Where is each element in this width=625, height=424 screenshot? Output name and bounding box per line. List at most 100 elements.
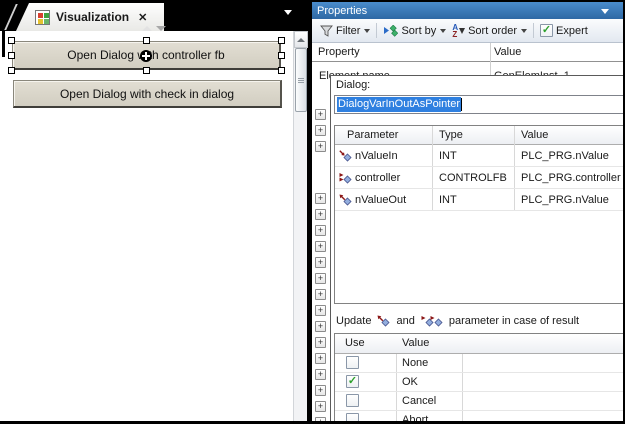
close-icon[interactable]: ✕ (138, 11, 147, 24)
dialog-label: Dialog: (336, 79, 370, 91)
expander-plus-icon[interactable]: + (315, 209, 326, 220)
expander-plus-icon[interactable]: + (315, 289, 326, 300)
checkbox-icon[interactable]: ✓ (346, 375, 359, 388)
scrollbar-thumb[interactable] (295, 48, 307, 112)
checkbox-icon[interactable] (346, 356, 359, 369)
edge-tick (2, 31, 5, 57)
codesys-screenshot: Visualization ✕ Open Dialog with control… (0, 0, 625, 424)
param-inout-icon (339, 172, 352, 185)
result-row-ok[interactable]: ✓ OK (335, 373, 623, 392)
expert-label: Expert (556, 25, 588, 37)
result-row-cancel[interactable]: Cancel (335, 392, 623, 411)
button-label: Open Dialog with check in dialog (60, 87, 234, 101)
result-label: Cancel (402, 395, 436, 407)
expander-plus-icon[interactable]: + (315, 337, 326, 348)
panel-menu-dropdown-icon[interactable] (601, 9, 609, 14)
selection-handle[interactable] (278, 52, 285, 59)
selection-handle[interactable] (278, 67, 285, 74)
selection-handle[interactable] (278, 37, 285, 44)
selected-text: DialogVarInOutAsPointer (337, 97, 461, 112)
update-parameter-hint: Update and parameter in case of result (336, 313, 579, 329)
expander-plus-icon[interactable]: + (315, 353, 326, 364)
sort-by-icon (383, 25, 398, 37)
param-value: PLC_PRG.controller (521, 172, 621, 184)
param-out-icon (377, 315, 390, 328)
toolbar-separator (533, 23, 534, 38)
properties-title: Properties (317, 5, 367, 17)
expander-plus-icon[interactable]: + (315, 385, 326, 396)
value-header: Value (521, 129, 548, 141)
selection-handle[interactable] (8, 52, 15, 59)
expander-plus-icon[interactable]: + (315, 401, 326, 412)
text-caret (461, 98, 462, 111)
checkbox-icon[interactable] (346, 413, 359, 421)
sort-by-button[interactable]: Sort by (380, 23, 449, 39)
chevron-down-icon (364, 29, 370, 33)
param-name: nValueOut (355, 194, 406, 206)
expander-plus-icon[interactable]: + (315, 305, 326, 316)
visualization-icon (35, 10, 50, 25)
expander-plus-icon[interactable]: + (315, 273, 326, 284)
param-in-icon (339, 150, 352, 163)
result-table: Use Value None ✓ OK Cancel Abort (334, 333, 623, 421)
chevron-down-icon (521, 29, 527, 33)
filter-button[interactable]: Filter (317, 23, 373, 39)
properties-toolbar: Filter Sort by AZ Sort order (312, 19, 623, 43)
checkbox-icon[interactable] (346, 394, 359, 407)
expander-plus-icon[interactable]: + (315, 257, 326, 268)
expander-plus-icon[interactable]: + (315, 417, 326, 421)
parameter-table-header: Parameter Type Value (335, 126, 623, 145)
expander-plus-icon[interactable]: + (315, 125, 326, 136)
open-dialog-check-button[interactable]: Open Dialog with check in dialog (13, 80, 282, 108)
expander-plus-icon[interactable]: + (315, 109, 326, 120)
selection-handle[interactable] (143, 67, 150, 74)
expander-plus-icon[interactable]: + (315, 193, 326, 204)
param-type: INT (439, 150, 457, 162)
checkbox-icon[interactable]: ✓ (540, 24, 553, 37)
expander-plus-icon[interactable]: + (315, 321, 326, 332)
expander-plus-icon[interactable]: + (315, 369, 326, 380)
element-center-anchor-icon[interactable] (140, 50, 152, 62)
property-grid-header: Property Value (312, 43, 623, 62)
filter-funnel-icon (320, 25, 333, 37)
property-tree-expander-strip: + + + + + + + + + + + + + + + + + + (312, 62, 330, 421)
result-label: Abort (402, 414, 428, 421)
result-table-header: Use Value (335, 334, 623, 354)
scroll-up-button[interactable] (294, 31, 308, 48)
param-name: nValueIn (355, 150, 398, 162)
value-column-header[interactable]: Value (494, 46, 521, 58)
visualization-editor-panel: Visualization ✕ Open Dialog with control… (0, 0, 308, 424)
result-row-abort[interactable]: Abort (335, 411, 623, 421)
visualization-canvas[interactable]: Open Dialog with controller fb Open Dial… (0, 31, 293, 421)
result-label: None (402, 357, 428, 369)
result-row-none[interactable]: None (335, 354, 623, 373)
parameter-row[interactable]: controller CONTROLFB PLC_PRG.controller (335, 167, 623, 189)
canvas-vertical-scrollbar[interactable] (293, 31, 307, 421)
value-header: Value (402, 337, 429, 349)
tab-overflow-dropdown-icon[interactable] (284, 10, 292, 15)
selection-handle[interactable] (143, 37, 150, 44)
expander-plus-icon[interactable]: + (315, 241, 326, 252)
parameter-row[interactable]: nValueOut INT PLC_PRG.nValue (335, 189, 623, 211)
input-configuration-dialog: Dialog: DialogVarInOutAsPointer Paramete… (330, 75, 623, 421)
properties-panel: Properties Filter Sort by (312, 2, 623, 421)
parameter-row[interactable]: nValueIn INT PLC_PRG.nValue (335, 145, 623, 167)
selection-handle[interactable] (8, 67, 15, 74)
and-text: and (396, 315, 414, 327)
selection-handle[interactable] (8, 37, 15, 44)
expander-plus-icon[interactable]: + (315, 141, 326, 152)
check-mark-icon: ✓ (348, 376, 357, 387)
sort-order-button[interactable]: AZ Sort order (449, 22, 530, 40)
property-column-header[interactable]: Property (318, 46, 360, 58)
sort-order-label: Sort order (468, 25, 517, 37)
tab-label: Visualization (56, 10, 129, 24)
use-header: Use (345, 337, 365, 349)
result-label: OK (402, 376, 418, 388)
parameter-table: Parameter Type Value nValueIn INT PLC_PR… (334, 125, 623, 304)
param-out-icon (339, 194, 352, 207)
expert-checkbox[interactable]: ✓ Expert (537, 22, 591, 39)
param-type: CONTROLFB (439, 172, 507, 184)
expander-plus-icon[interactable]: + (315, 225, 326, 236)
dialog-name-input[interactable]: DialogVarInOutAsPointer (334, 95, 623, 114)
parameter-header: Parameter (347, 129, 398, 141)
